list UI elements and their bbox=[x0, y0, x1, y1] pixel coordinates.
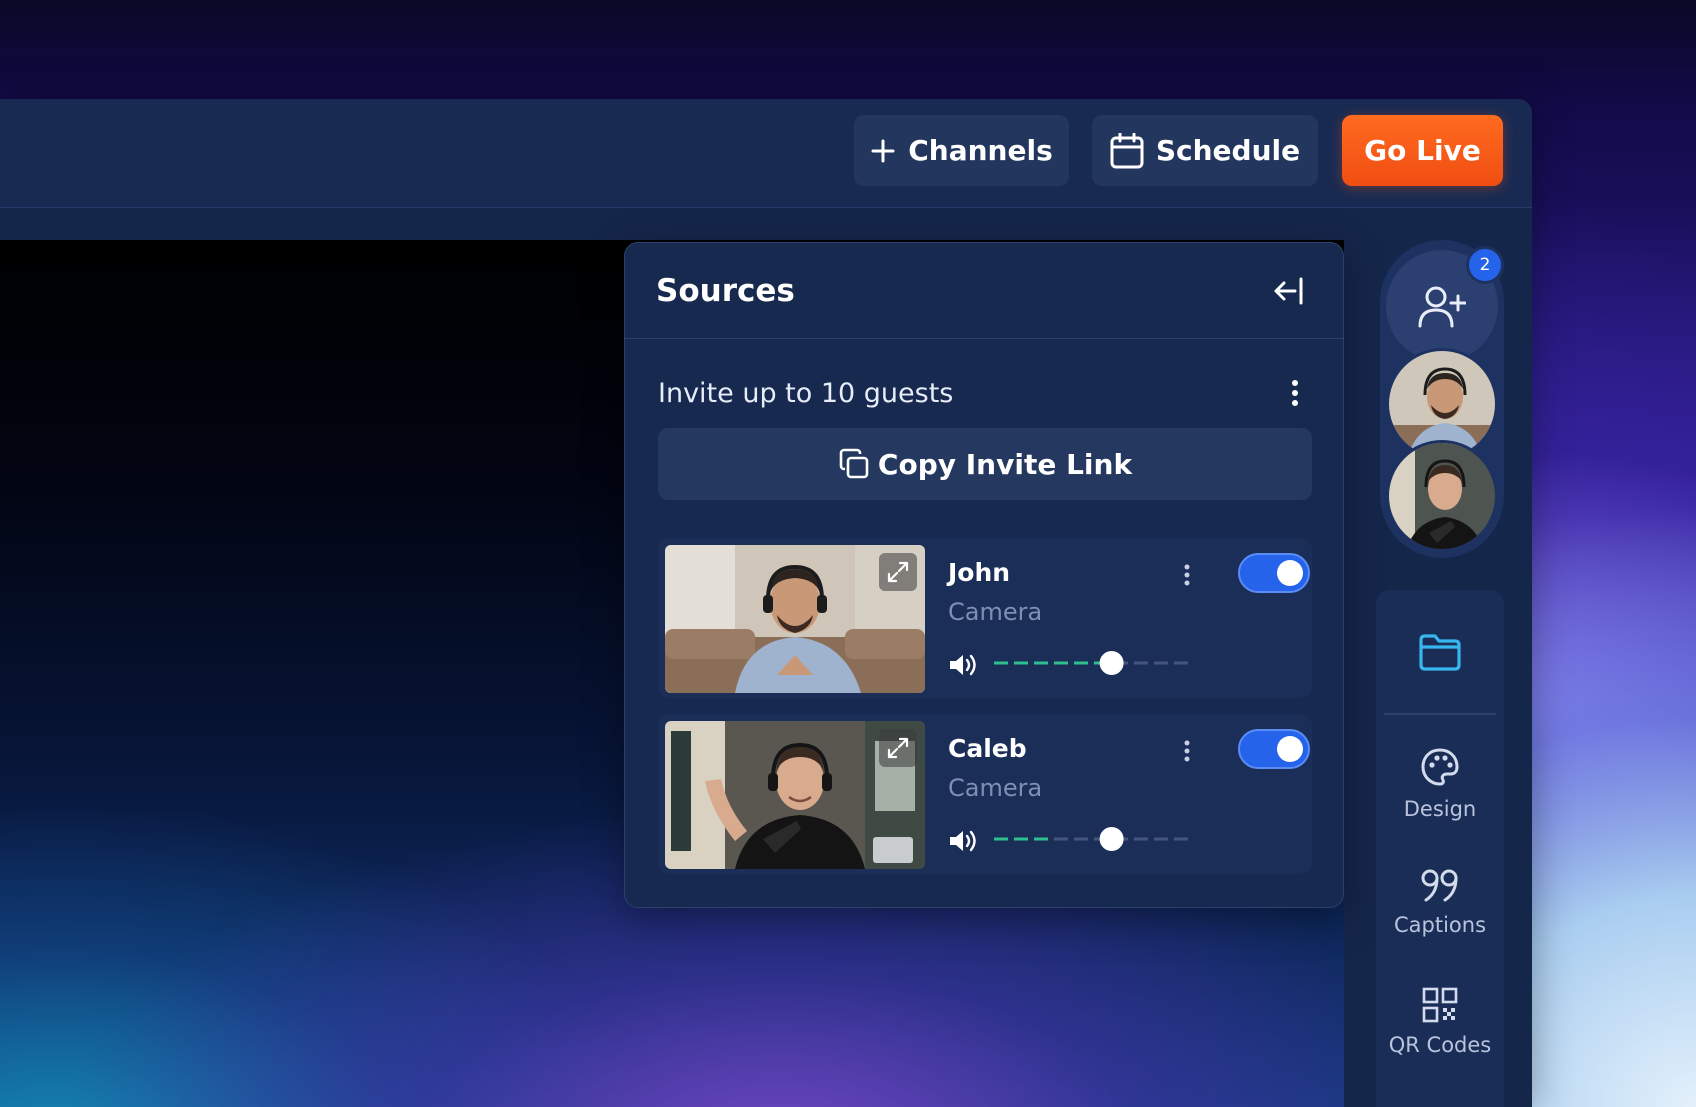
right-rail: 2 Design Captions QR Codes bbox=[1376, 240, 1508, 1107]
copy-invite-label: Copy Invite Link bbox=[877, 447, 1133, 481]
toggle-knob bbox=[1277, 736, 1303, 762]
guest-source-type: Camera bbox=[948, 774, 1043, 802]
go-live-label: Go Live bbox=[1364, 134, 1481, 167]
go-live-button[interactable]: Go Live bbox=[1342, 115, 1503, 186]
sources-panel: Sources Invite up to 10 guests Copy Invi… bbox=[624, 242, 1344, 908]
plus-icon bbox=[870, 138, 896, 164]
toggle-knob bbox=[1277, 560, 1303, 586]
schedule-button[interactable]: Schedule bbox=[1092, 115, 1318, 186]
tool-design[interactable]: Design bbox=[1376, 747, 1504, 821]
quote-icon bbox=[1421, 869, 1458, 902]
volume-icon[interactable] bbox=[948, 652, 980, 678]
expand-icon[interactable] bbox=[879, 729, 917, 767]
guest-name: Caleb bbox=[948, 734, 1027, 763]
guest-source-type: Camera bbox=[948, 598, 1043, 626]
tool-label: QR Codes bbox=[1388, 1033, 1492, 1057]
guest-card-john: John Camera bbox=[658, 538, 1312, 698]
guest-stack: 2 bbox=[1380, 240, 1504, 558]
palette-icon bbox=[1421, 748, 1459, 786]
guest-count-badge: 2 bbox=[1466, 246, 1504, 284]
calendar-icon bbox=[1110, 132, 1144, 169]
channels-button[interactable]: Channels bbox=[854, 115, 1069, 186]
folder-icon bbox=[1419, 634, 1461, 671]
tool-captions[interactable]: Captions bbox=[1376, 867, 1504, 937]
volume-icon[interactable] bbox=[948, 828, 980, 854]
guest-more-icon[interactable] bbox=[1180, 738, 1194, 764]
copy-invite-link-button[interactable]: Copy Invite Link bbox=[658, 428, 1312, 500]
invite-row: Invite up to 10 guests bbox=[658, 373, 1305, 413]
tool-qr-codes[interactable]: QR Codes bbox=[1376, 987, 1504, 1057]
tools-divider bbox=[1384, 713, 1496, 715]
sources-header: Sources bbox=[625, 243, 1343, 339]
copy-icon bbox=[838, 448, 870, 480]
guest-enable-toggle[interactable] bbox=[1238, 553, 1310, 593]
tools-panel: Design Captions QR Codes bbox=[1376, 590, 1504, 1107]
guest-name: John bbox=[948, 558, 1011, 587]
invite-more-icon[interactable] bbox=[1285, 375, 1305, 411]
volume-slider[interactable] bbox=[992, 648, 1192, 678]
tool-label: Design bbox=[1403, 797, 1477, 821]
channels-label: Channels bbox=[908, 134, 1053, 167]
tool-folder[interactable] bbox=[1376, 632, 1504, 672]
qr-code-icon bbox=[1422, 987, 1458, 1023]
guest-video-thumbnail[interactable] bbox=[665, 721, 925, 869]
schedule-label: Schedule bbox=[1155, 134, 1301, 167]
invite-text: Invite up to 10 guests bbox=[658, 377, 954, 409]
guest-avatar-caleb[interactable] bbox=[1386, 440, 1498, 552]
collapse-left-icon[interactable] bbox=[1273, 276, 1305, 306]
guest-card-caleb: Caleb Camera bbox=[658, 714, 1312, 874]
studio-window: Channels Schedule Go Live Sources Invite… bbox=[0, 99, 1532, 1107]
volume-slider[interactable] bbox=[992, 824, 1192, 854]
expand-icon[interactable] bbox=[879, 553, 917, 591]
tool-label: Captions bbox=[1393, 913, 1487, 937]
guest-video-thumbnail[interactable] bbox=[665, 545, 925, 693]
guest-enable-toggle[interactable] bbox=[1238, 729, 1310, 769]
top-bar: Channels Schedule Go Live bbox=[0, 99, 1532, 208]
sources-title: Sources bbox=[656, 272, 795, 309]
guest-more-icon[interactable] bbox=[1180, 562, 1194, 588]
add-user-icon bbox=[1418, 286, 1466, 328]
